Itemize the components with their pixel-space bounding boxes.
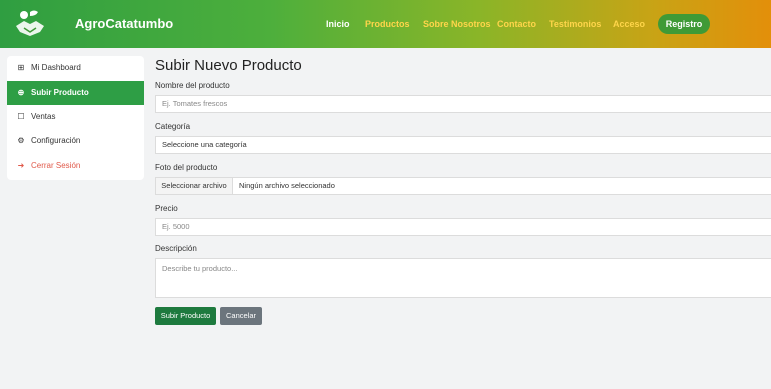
nav-link-inicio[interactable]: Inicio bbox=[326, 19, 350, 29]
choose-file-button[interactable]: Seleccionar archivo bbox=[155, 177, 233, 195]
nav-link-productos[interactable]: Productos bbox=[365, 19, 410, 29]
register-button[interactable]: Registro bbox=[658, 14, 710, 34]
nav-link-testimonios[interactable]: Testimonios bbox=[549, 19, 601, 29]
sidebar-item-subir-producto[interactable]: ⊕ Subir Producto bbox=[7, 81, 144, 105]
nav-link-sobre-nosotros[interactable]: Sobre Nosotros bbox=[423, 19, 491, 29]
sidebar-item-label: Subir Producto bbox=[31, 88, 89, 97]
category-label: Categoría bbox=[155, 122, 191, 131]
price-label: Precio bbox=[155, 204, 178, 213]
submit-product-button[interactable]: Subir Producto bbox=[155, 307, 216, 325]
sidebar-item-label: Configuración bbox=[31, 136, 81, 145]
sidebar-item-configuracion[interactable]: ⚙ Configuración bbox=[7, 129, 144, 153]
sidebar-item-ventas[interactable]: ☐ Ventas bbox=[7, 105, 144, 129]
sidebar-item-label: Cerrar Sesión bbox=[31, 161, 81, 170]
top-navbar: AgroCatatumbo Inicio Productos Sobre Nos… bbox=[0, 0, 771, 48]
gear-icon: ⚙ bbox=[17, 136, 25, 145]
sidebar-item-cerrar-sesion[interactable]: ➜ Cerrar Sesión bbox=[7, 154, 144, 178]
file-status-text: Ningún archivo seleccionado bbox=[233, 177, 771, 195]
price-input[interactable]: Ej. 5000 bbox=[155, 218, 771, 236]
nav-link-acceso[interactable]: Acceso bbox=[613, 19, 645, 29]
product-photo-label: Foto del producto bbox=[155, 163, 218, 172]
sidebar-item-label: Mi Dashboard bbox=[31, 63, 81, 72]
logout-icon: ➜ bbox=[17, 161, 25, 170]
nav-link-contacto[interactable]: Contacto bbox=[497, 19, 536, 29]
description-textarea[interactable]: Describe tu producto... bbox=[155, 258, 771, 298]
product-name-label: Nombre del producto bbox=[155, 81, 230, 90]
page-title: Subir Nuevo Producto bbox=[155, 57, 302, 74]
product-name-input[interactable]: Ej. Tomates frescos bbox=[155, 95, 771, 113]
description-label: Descripción bbox=[155, 244, 197, 253]
category-select[interactable]: Seleccione una categoría bbox=[155, 136, 771, 154]
plus-circle-icon: ⊕ bbox=[17, 88, 25, 97]
sidebar-item-label: Ventas bbox=[31, 112, 56, 121]
handshake-logo-icon[interactable] bbox=[14, 8, 46, 40]
sidebar: ⊞ Mi Dashboard ⊕ Subir Producto ☐ Ventas… bbox=[7, 56, 144, 180]
dashboard-icon: ⊞ bbox=[17, 63, 25, 72]
sidebar-item-dashboard[interactable]: ⊞ Mi Dashboard bbox=[7, 56, 144, 80]
brand-name[interactable]: AgroCatatumbo bbox=[75, 16, 173, 31]
cancel-button[interactable]: Cancelar bbox=[220, 307, 262, 325]
shopping-bag-icon: ☐ bbox=[17, 112, 25, 121]
